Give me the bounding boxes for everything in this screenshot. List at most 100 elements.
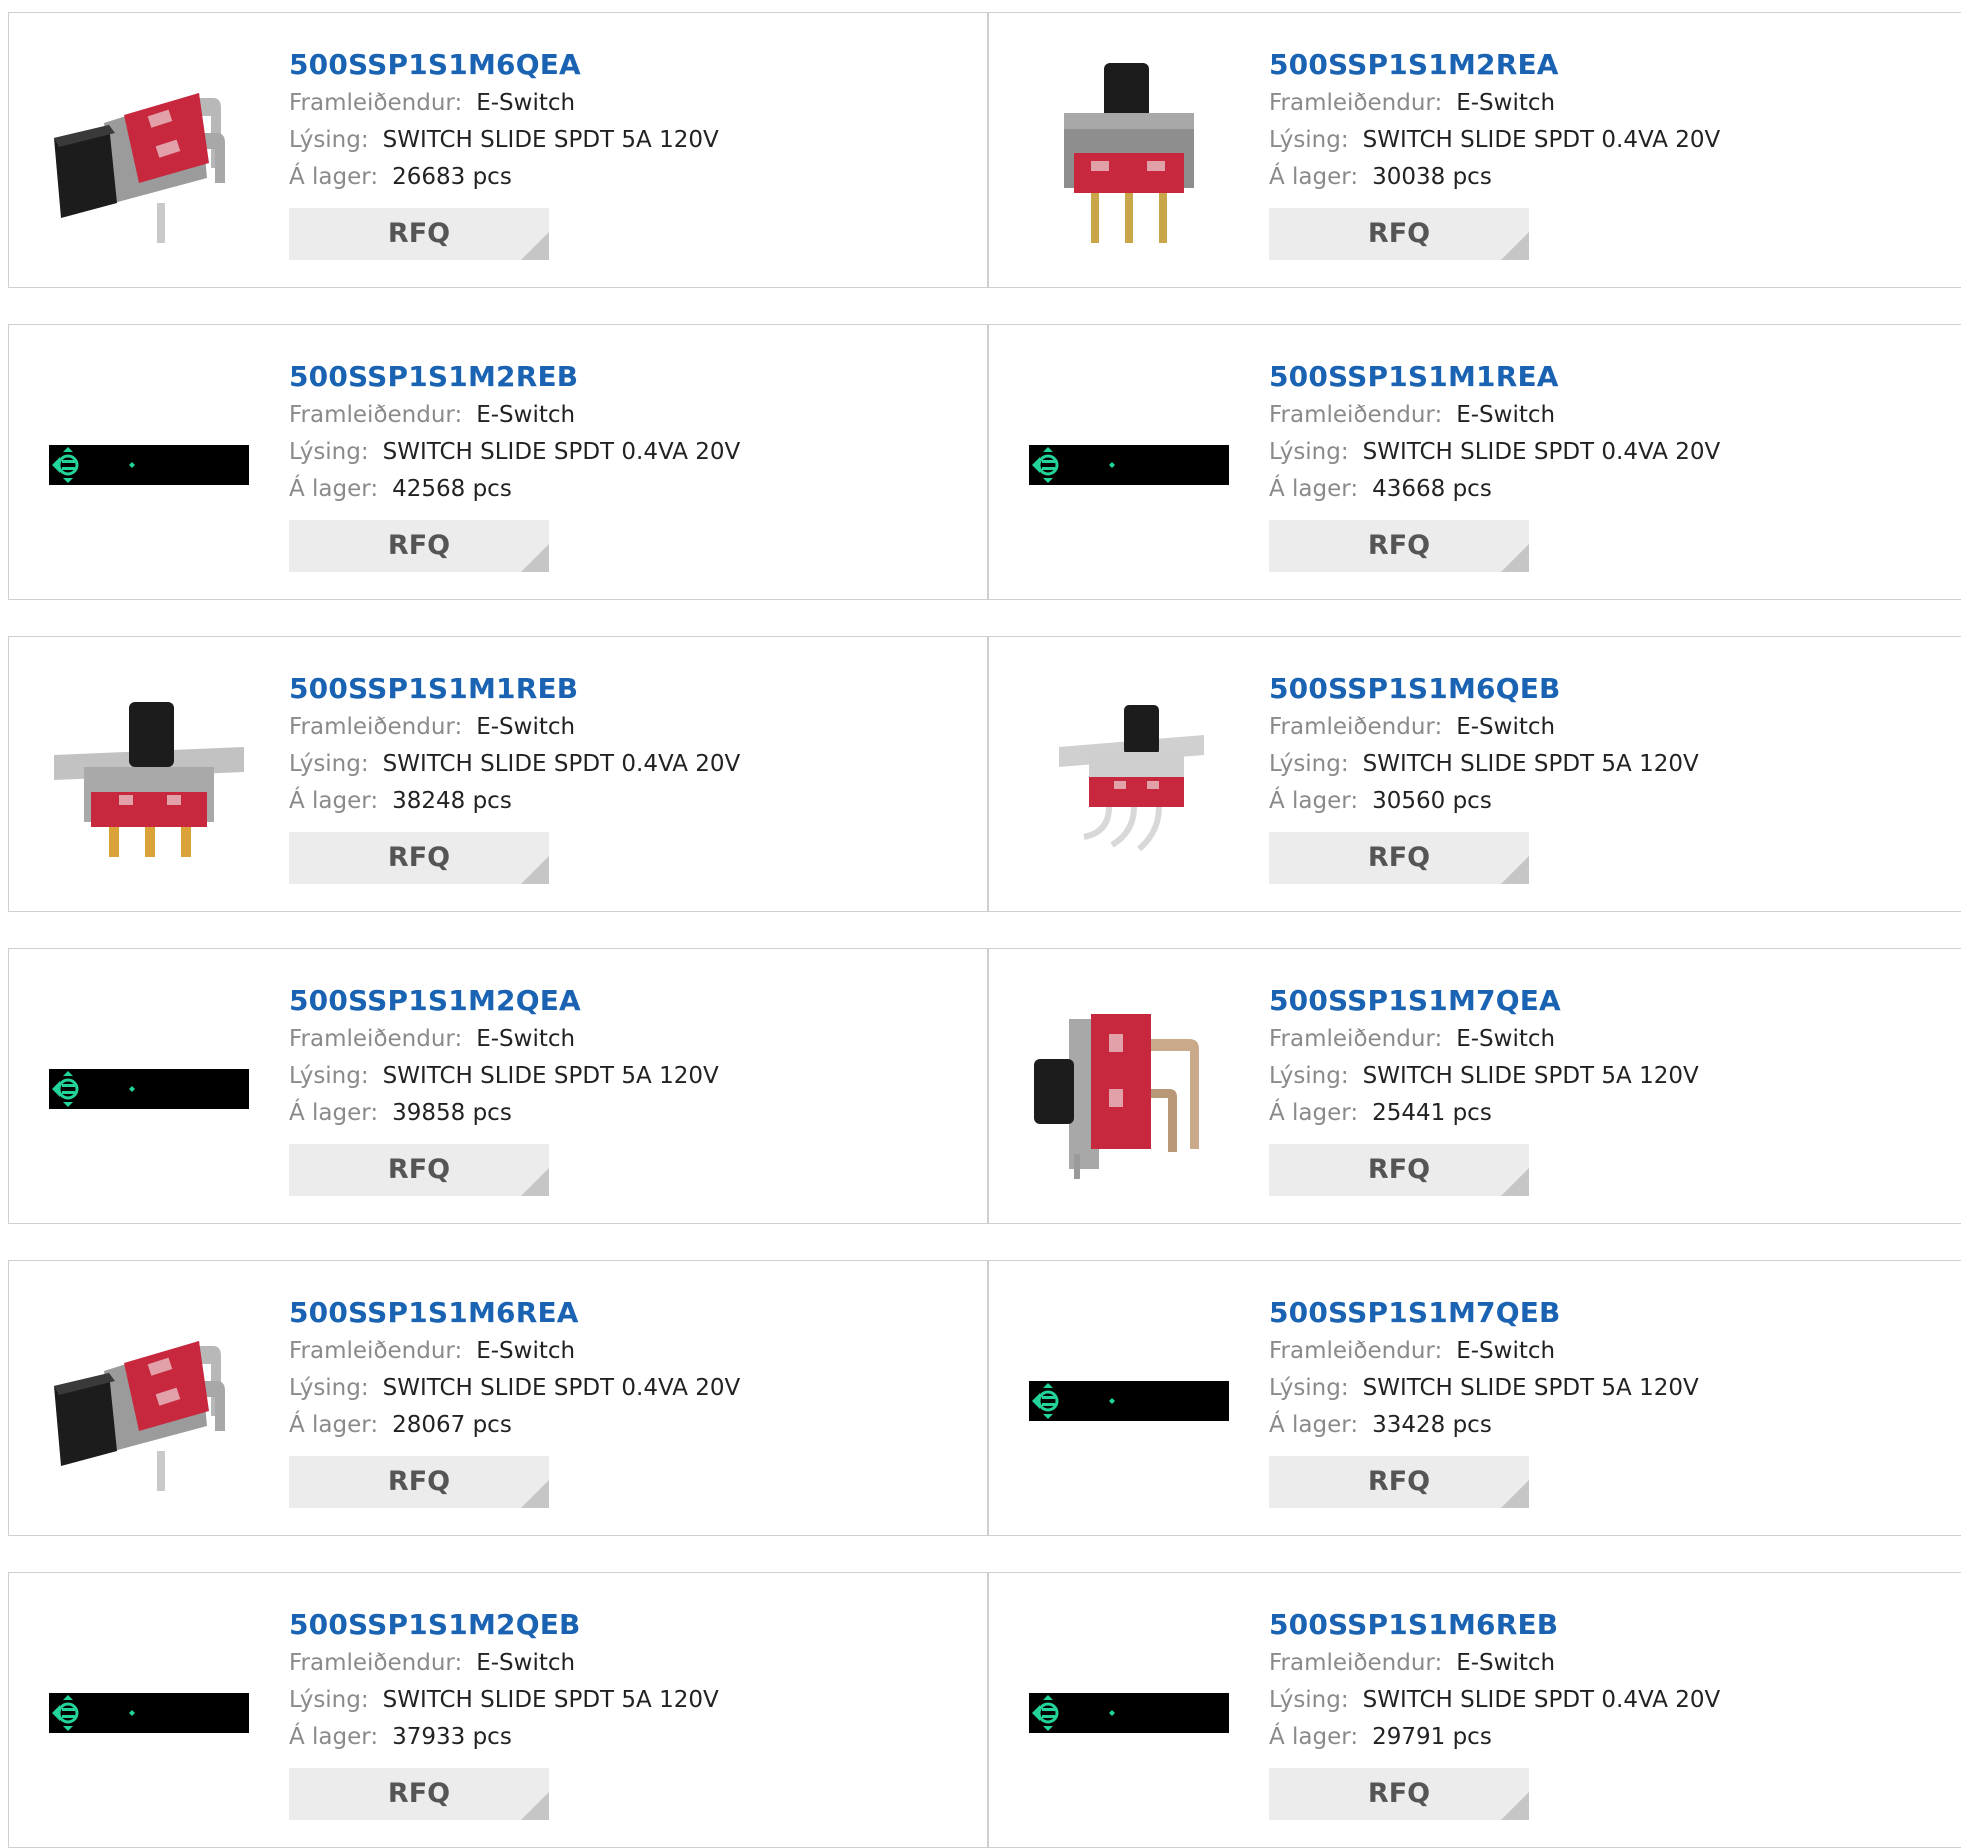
manufacturer-value: E-Switch: [1456, 90, 1556, 116]
rfq-label: RFQ: [1367, 218, 1431, 249]
image-placeholder-icon: [49, 989, 249, 1189]
product-info: 500SSP1S1M7QEA Framleiðendur: E-Switch Lýsi…: [1269, 981, 1957, 1196]
manufacturer-label: Framleiðendur:: [289, 90, 463, 116]
product-name-link[interactable]: 500SSP1S1M7QEA: [1269, 981, 1957, 1021]
description-value: SWITCH SLIDE SPDT 0.4VA 20V: [382, 439, 741, 465]
stock-value: 29791 pcs: [1372, 1724, 1492, 1750]
manufacturer-label: Framleiðendur:: [1269, 1650, 1443, 1676]
product-info: 500SSP1S1M6REA Framleiðendur: E-Switch Lýsi…: [289, 1293, 977, 1508]
manufacturer-value: E-Switch: [476, 714, 576, 740]
rfq-button[interactable]: RFQ: [1269, 208, 1529, 260]
rfq-label: RFQ: [387, 530, 451, 561]
stock-value: 39858 pcs: [392, 1100, 512, 1126]
rfq-button[interactable]: RFQ: [289, 1456, 549, 1508]
product-card: 500SSP1S1M6QEA Framleiðendur: E-Switch Lýsi…: [8, 12, 988, 288]
stock-label: Á lager:: [1269, 1724, 1359, 1750]
description-row: Lýsing: SWITCH SLIDE SPDT 5A 120V: [1269, 746, 1957, 783]
manufacturer-label: Framleiðendur:: [289, 1650, 463, 1676]
rfq-button[interactable]: RFQ: [289, 1144, 549, 1196]
product-card: 500SSP1S1M2REB Framleiðendur: E-Switch Lýsi…: [8, 324, 988, 600]
stock-row: Á lager: 33428 pcs: [1269, 1407, 1957, 1444]
manufacturer-value: E-Switch: [1456, 402, 1556, 428]
rfq-button[interactable]: RFQ: [289, 208, 549, 260]
rfq-button[interactable]: RFQ: [289, 520, 549, 572]
stock-label: Á lager:: [289, 476, 379, 502]
manufacturer-row: Framleiðendur: E-Switch: [1269, 709, 1957, 746]
description-value: SWITCH SLIDE SPDT 5A 120V: [1362, 1375, 1699, 1401]
button-corner-decoration: [1501, 544, 1529, 572]
manufacturer-value: E-Switch: [1456, 1338, 1556, 1364]
description-value: SWITCH SLIDE SPDT 5A 120V: [1362, 751, 1699, 777]
stock-value: 33428 pcs: [1372, 1412, 1492, 1438]
manufacturer-row: Framleiðendur: E-Switch: [289, 397, 977, 434]
product-info: 500SSP1S1M2QEB Framleiðendur: E-Switch Lýsi…: [289, 1605, 977, 1820]
product-image[interactable]: [1029, 989, 1229, 1189]
image-placeholder-icon: [49, 365, 249, 565]
description-label: Lýsing:: [289, 1687, 369, 1713]
rfq-button[interactable]: RFQ: [289, 1768, 549, 1820]
stock-row: Á lager: 28067 pcs: [289, 1407, 977, 1444]
product-name-link[interactable]: 500SSP1S1M2QEB: [289, 1605, 977, 1645]
rfq-button[interactable]: RFQ: [1269, 1144, 1529, 1196]
description-row: Lýsing: SWITCH SLIDE SPDT 5A 120V: [289, 1682, 977, 1719]
rfq-button[interactable]: RFQ: [1269, 832, 1529, 884]
product-name-link[interactable]: 500SSP1S1M7QEB: [1269, 1293, 1957, 1333]
stock-label: Á lager:: [1269, 476, 1359, 502]
rfq-button[interactable]: RFQ: [1269, 520, 1529, 572]
description-value: SWITCH SLIDE SPDT 5A 120V: [1362, 1063, 1699, 1089]
product-image[interactable]: [49, 53, 249, 253]
manufacturer-row: Framleiðendur: E-Switch: [289, 85, 977, 122]
stock-value: 42568 pcs: [392, 476, 512, 502]
product-image[interactable]: [1029, 677, 1229, 877]
product-grid: 500SSP1S1M6QEA Framleiðendur: E-Switch Lýsi…: [0, 0, 1961, 1848]
description-label: Lýsing:: [1269, 751, 1349, 777]
product-image[interactable]: [49, 1301, 249, 1501]
stock-label: Á lager:: [289, 788, 379, 814]
rfq-button[interactable]: RFQ: [1269, 1768, 1529, 1820]
manufacturer-label: Framleiðendur:: [289, 714, 463, 740]
stock-label: Á lager:: [289, 1100, 379, 1126]
rfq-label: RFQ: [387, 1154, 451, 1185]
manufacturer-value: E-Switch: [1456, 1650, 1556, 1676]
product-name-link[interactable]: 500SSP1S1M6REA: [289, 1293, 977, 1333]
description-value: SWITCH SLIDE SPDT 5A 120V: [382, 1687, 719, 1713]
description-value: SWITCH SLIDE SPDT 0.4VA 20V: [1362, 439, 1721, 465]
description-row: Lýsing: SWITCH SLIDE SPDT 0.4VA 20V: [289, 434, 977, 471]
product-card: 500SSP1S1M1REA Framleiðendur: E-Switch Lýsi…: [988, 324, 1961, 600]
manufacturer-label: Framleiðendur:: [289, 1026, 463, 1052]
stock-value: 37933 pcs: [392, 1724, 512, 1750]
image-placeholder-icon: [1029, 1301, 1229, 1501]
description-value: SWITCH SLIDE SPDT 0.4VA 20V: [382, 1375, 741, 1401]
product-name-link[interactable]: 500SSP1S1M1REA: [1269, 357, 1957, 397]
product-name-link[interactable]: 500SSP1S1M6QEA: [289, 45, 977, 85]
product-name-link[interactable]: 500SSP1S1M6QEB: [1269, 669, 1957, 709]
product-card: 500SSP1S1M7QEB Framleiðendur: E-Switch Lýsi…: [988, 1260, 1961, 1536]
product-image[interactable]: [49, 677, 249, 877]
product-info: 500SSP1S1M6QEA Framleiðendur: E-Switch Lýsi…: [289, 45, 977, 260]
image-placeholder-icon: [49, 1613, 249, 1813]
rfq-label: RFQ: [1367, 530, 1431, 561]
button-corner-decoration: [1501, 856, 1529, 884]
button-corner-decoration: [521, 1792, 549, 1820]
manufacturer-value: E-Switch: [476, 1026, 576, 1052]
stock-row: Á lager: 25441 pcs: [1269, 1095, 1957, 1132]
stock-label: Á lager:: [1269, 164, 1359, 190]
stock-row: Á lager: 30038 pcs: [1269, 159, 1957, 196]
description-label: Lýsing:: [1269, 439, 1349, 465]
product-name-link[interactable]: 500SSP1S1M1REB: [289, 669, 977, 709]
description-value: SWITCH SLIDE SPDT 5A 120V: [382, 127, 719, 153]
button-corner-decoration: [1501, 1792, 1529, 1820]
manufacturer-label: Framleiðendur:: [1269, 714, 1443, 740]
product-name-link[interactable]: 500SSP1S1M2REA: [1269, 45, 1957, 85]
product-image[interactable]: [1029, 53, 1229, 253]
description-label: Lýsing:: [1269, 1063, 1349, 1089]
rfq-button[interactable]: RFQ: [1269, 1456, 1529, 1508]
description-row: Lýsing: SWITCH SLIDE SPDT 5A 120V: [289, 1058, 977, 1095]
product-name-link[interactable]: 500SSP1S1M2REB: [289, 357, 977, 397]
rfq-button[interactable]: RFQ: [289, 832, 549, 884]
product-name-link[interactable]: 500SSP1S1M6REB: [1269, 1605, 1957, 1645]
product-card: 500SSP1S1M6QEB Framleiðendur: E-Switch Lýsi…: [988, 636, 1961, 912]
product-name-link[interactable]: 500SSP1S1M2QEA: [289, 981, 977, 1021]
description-value: SWITCH SLIDE SPDT 5A 120V: [382, 1063, 719, 1089]
stock-row: Á lager: 42568 pcs: [289, 471, 977, 508]
